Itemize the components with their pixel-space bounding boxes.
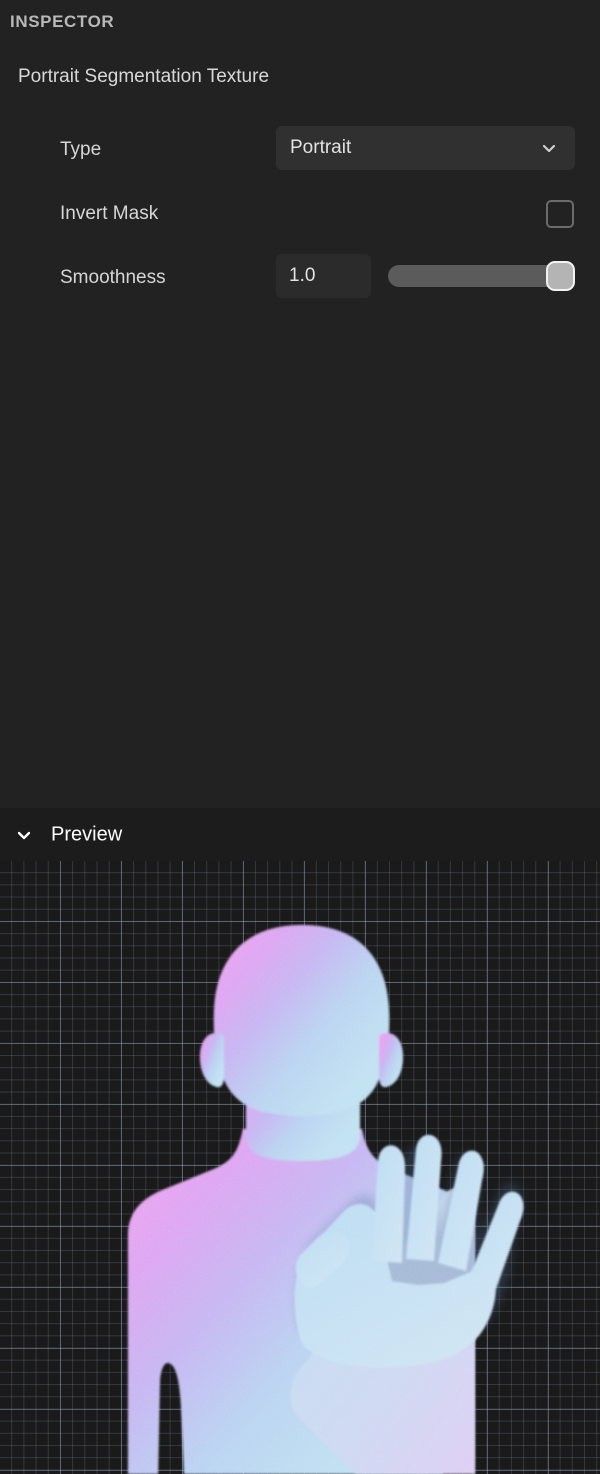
chevron-down-icon [541, 140, 557, 156]
smoothness-value: 1.0 [289, 265, 316, 286]
invert-mask-label: Invert Mask [60, 203, 159, 224]
preview-section-header[interactable]: Preview [0, 808, 600, 861]
preview-label: Preview [51, 823, 123, 845]
preview-canvas[interactable] [0, 861, 600, 1474]
property-row-smoothness: Smoothness 1.0 [0, 254, 600, 302]
portrait-mask-silhouette [128, 925, 524, 1474]
smoothness-input[interactable]: 1.0 [276, 254, 371, 298]
inspector-panel: INSPECTOR Portrait Segmentation Texture … [0, 0, 600, 1474]
property-row-invert-mask: Invert Mask [0, 190, 600, 238]
chevron-down-icon[interactable] [15, 826, 33, 844]
type-dropdown[interactable]: Portrait [276, 126, 575, 170]
smoothness-slider[interactable] [388, 261, 575, 291]
smoothness-slider-handle[interactable] [546, 261, 575, 291]
type-label: Type [60, 139, 102, 160]
type-dropdown-value: Portrait [290, 137, 352, 158]
page-title: INSPECTOR [10, 12, 115, 31]
property-row-type: Type Portrait [0, 126, 600, 174]
smoothness-label: Smoothness [60, 267, 166, 288]
invert-mask-checkbox[interactable] [546, 200, 574, 228]
asset-name-label: Portrait Segmentation Texture [18, 66, 270, 87]
